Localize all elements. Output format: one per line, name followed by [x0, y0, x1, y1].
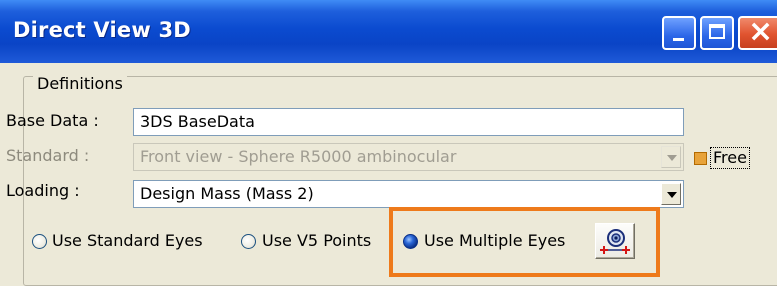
free-label[interactable]: Free: [710, 147, 750, 169]
standard-label: Standard :: [6, 146, 90, 165]
use-standard-eyes-label[interactable]: Use Standard Eyes: [52, 231, 203, 250]
use-standard-eyes-radio[interactable]: [32, 234, 47, 249]
loading-value: Design Mass (Mass 2): [140, 184, 314, 203]
maximize-button[interactable]: [700, 16, 734, 50]
base-data-field[interactable]: 3DS BaseData: [133, 108, 684, 136]
chevron-down-icon: [667, 155, 677, 161]
title-bar[interactable]: Direct View 3D ×: [0, 0, 777, 63]
maximize-icon: [709, 24, 725, 39]
base-data-value: 3DS BaseData: [140, 112, 255, 131]
close-button[interactable]: ×: [738, 14, 777, 50]
loading-dropdown[interactable]: Design Mass (Mass 2): [133, 180, 684, 208]
standard-value: Front view - Sphere R5000 ambinocular: [140, 147, 457, 166]
close-icon: ×: [748, 14, 774, 49]
window-title: Direct View 3D: [13, 18, 191, 42]
base-data-label: Base Data :: [6, 111, 99, 130]
standard-dropdown-button[interactable]: [661, 146, 681, 168]
loading-dropdown-button[interactable]: [661, 183, 681, 205]
eye-positions-icon: [600, 229, 630, 254]
multiple-eyes-button[interactable]: [595, 223, 635, 259]
use-multiple-eyes-label[interactable]: Use Multiple Eyes: [424, 231, 565, 250]
definitions-group-label: Definitions: [33, 74, 127, 93]
free-checkbox[interactable]: [694, 152, 707, 165]
loading-label: Loading :: [6, 181, 80, 200]
chevron-down-icon: [667, 192, 677, 198]
use-v5-points-label[interactable]: Use V5 Points: [262, 231, 371, 250]
minimize-button[interactable]: [662, 16, 696, 50]
use-v5-points-radio[interactable]: [241, 234, 256, 249]
standard-dropdown[interactable]: Front view - Sphere R5000 ambinocular: [133, 143, 684, 171]
minimize-icon: [673, 38, 684, 41]
use-multiple-eyes-radio[interactable]: [403, 234, 418, 249]
